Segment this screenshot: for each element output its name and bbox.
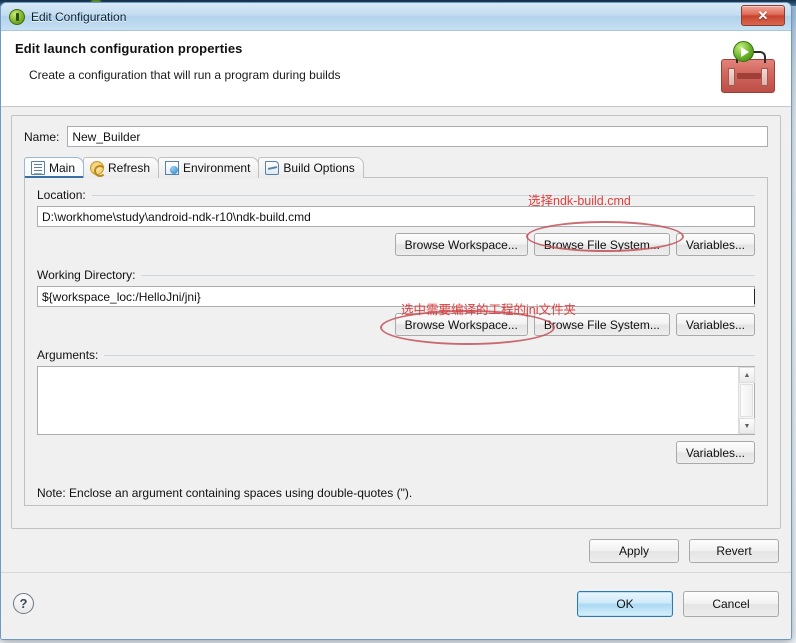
run-play-badge-icon xyxy=(733,41,754,62)
scroll-up-icon[interactable]: ▲ xyxy=(739,367,755,383)
name-input[interactable]: New_Builder xyxy=(67,126,768,147)
document-icon xyxy=(31,161,45,175)
toolbox-latch-left xyxy=(728,68,735,86)
name-label: Name: xyxy=(24,129,60,144)
arguments-button-row: Variables... xyxy=(37,441,755,464)
tab-build-options-label: Build Options xyxy=(283,161,355,175)
config-panel: Name: New_Builder Main Refresh Environme… xyxy=(11,115,781,529)
arguments-scrollbar[interactable]: ▲ ▼ xyxy=(738,367,755,434)
toolbox-band xyxy=(737,73,761,79)
arguments-rule xyxy=(104,354,755,356)
tab-main[interactable]: Main xyxy=(24,157,85,178)
dialog-title: Edit Configuration xyxy=(31,9,127,24)
tab-environment-label: Environment xyxy=(183,161,251,175)
arguments-variables-button[interactable]: Variables... xyxy=(675,441,755,464)
main-tab-pane: Location: D:\workhome\study\android-ndk-… xyxy=(24,177,768,506)
tab-folder: Main Refresh Environment Build Options L… xyxy=(24,156,768,506)
location-browse-workspace-button[interactable]: Browse Workspace... xyxy=(394,233,528,256)
tab-build-options[interactable]: Build Options xyxy=(258,157,364,178)
environment-icon xyxy=(165,161,180,175)
tab-environment[interactable]: Environment xyxy=(158,157,260,178)
apply-revert-row: Apply Revert xyxy=(11,529,781,563)
refresh-icon xyxy=(90,161,107,177)
location-browse-file-system-button[interactable]: Browse File System... xyxy=(533,233,670,256)
tab-refresh-label: Refresh xyxy=(108,161,151,175)
edit-configuration-dialog: Edit Configuration ✕ Edit launch configu… xyxy=(0,2,792,640)
window-controls: ✕ xyxy=(741,5,785,26)
build-options-icon xyxy=(265,161,280,175)
run-config-icon xyxy=(9,8,25,25)
workdir-browse-workspace-button[interactable]: Browse Workspace... xyxy=(394,313,528,336)
header-subheading: Create a configuration that will run a p… xyxy=(29,68,341,82)
location-group-label: Location: xyxy=(37,188,755,202)
location-button-row: Browse Workspace... Browse File System..… xyxy=(37,233,755,256)
working-directory-group-label: Working Directory: xyxy=(37,268,755,282)
tab-bar: Main Refresh Environment Build Options xyxy=(24,156,768,178)
working-directory-input[interactable]: ${workspace_loc:/HelloJni/jni} xyxy=(37,286,755,307)
working-directory-rule xyxy=(141,274,755,276)
scroll-down-icon[interactable]: ▼ xyxy=(739,418,755,434)
cancel-button[interactable]: Cancel xyxy=(683,590,779,617)
toolbox-icon xyxy=(709,35,781,101)
dialog-footer: ? OK Cancel xyxy=(1,572,791,634)
dialog-header: Edit launch configuration properties Cre… xyxy=(1,31,791,107)
arguments-note: Note: Enclose an argument containing spa… xyxy=(37,486,413,500)
working-directory-button-row: Browse Workspace... Browse File System..… xyxy=(37,313,755,336)
name-row: Name: New_Builder xyxy=(24,126,768,147)
location-input[interactable]: D:\workhome\study\android-ndk-r10\ndk-bu… xyxy=(37,206,755,227)
scrollbar-thumb[interactable] xyxy=(740,384,753,417)
working-directory-label: Working Directory: xyxy=(37,268,136,282)
revert-button[interactable]: Revert xyxy=(689,539,779,563)
help-icon[interactable]: ? xyxy=(13,593,34,614)
header-heading: Edit launch configuration properties xyxy=(15,41,243,56)
arguments-group-label: Arguments: xyxy=(37,348,755,362)
arguments-textarea[interactable]: ▲ ▼ xyxy=(37,366,755,435)
apply-button[interactable]: Apply xyxy=(589,539,679,563)
location-rule xyxy=(91,194,755,196)
toolbox-latch-right xyxy=(761,68,768,86)
footer-button-group: OK Cancel xyxy=(577,590,779,617)
dialog-body: Name: New_Builder Main Refresh Environme… xyxy=(1,107,791,639)
ok-button[interactable]: OK xyxy=(577,590,673,617)
location-variables-button[interactable]: Variables... xyxy=(675,233,755,256)
dialog-titlebar: Edit Configuration ✕ xyxy=(1,3,791,31)
toolbox-graphic xyxy=(721,51,775,93)
tab-refresh[interactable]: Refresh xyxy=(83,157,160,178)
location-label: Location: xyxy=(37,188,86,202)
workdir-browse-file-system-button[interactable]: Browse File System... xyxy=(533,313,670,336)
workdir-variables-button[interactable]: Variables... xyxy=(675,313,755,336)
close-button[interactable]: ✕ xyxy=(741,5,785,26)
tab-main-label: Main xyxy=(49,161,76,175)
arguments-label: Arguments: xyxy=(37,348,99,362)
